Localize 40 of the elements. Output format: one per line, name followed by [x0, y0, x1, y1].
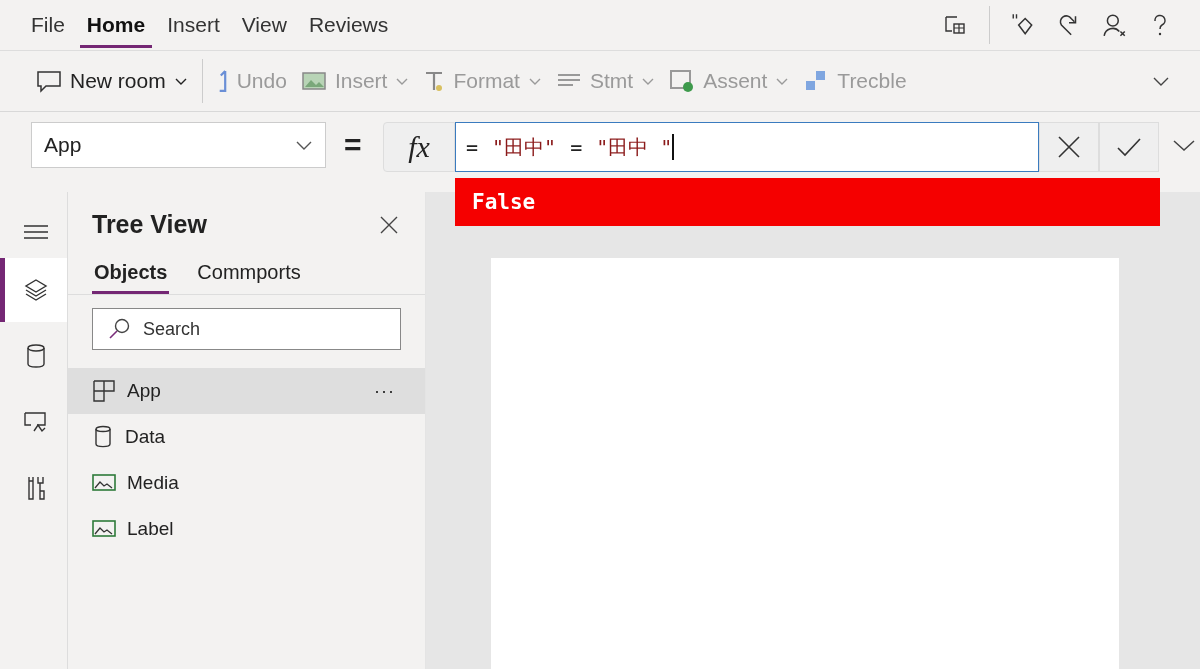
- menu-tab[interactable]: View: [234, 2, 294, 48]
- rail-button[interactable]: [0, 258, 67, 322]
- equals-sign: =: [344, 128, 363, 162]
- search-field[interactable]: Search: [92, 308, 401, 350]
- tree-item[interactable]: App ···: [68, 368, 425, 414]
- tree-item[interactable]: Label: [68, 506, 425, 552]
- menu-tab[interactable]: Reviews: [301, 2, 396, 48]
- menu-icon: [23, 223, 49, 241]
- formula-result: False: [455, 178, 1160, 226]
- toolbar-button[interactable]: New room: [36, 69, 188, 93]
- more-options-button[interactable]: ···: [374, 380, 395, 402]
- image-icon: [300, 70, 327, 92]
- panel-tab[interactable]: Objects: [92, 261, 170, 294]
- layers-icon: [23, 277, 49, 303]
- checkmark-icon: [1116, 136, 1142, 158]
- database-icon: [25, 343, 47, 369]
- image-icon: [92, 519, 116, 539]
- tree-item[interactable]: Data: [68, 414, 425, 460]
- tools-icon: [25, 474, 47, 502]
- image-icon: [92, 473, 116, 493]
- panel-title: Tree View: [92, 210, 207, 239]
- comment-icon: [36, 69, 62, 93]
- user-icon[interactable]: [1102, 12, 1128, 38]
- chevron-down-icon[interactable]: [1172, 138, 1196, 152]
- database-icon: [92, 425, 114, 449]
- cancel-button[interactable]: [1039, 122, 1099, 172]
- panel-tab[interactable]: Commports: [195, 261, 303, 294]
- close-icon: [1056, 134, 1082, 160]
- property-dropdown[interactable]: App: [31, 122, 326, 168]
- menu-tab[interactable]: File: [24, 2, 72, 48]
- menu-tab[interactable]: Home: [79, 2, 153, 48]
- tree-item[interactable]: Media: [68, 460, 425, 506]
- function-button[interactable]: fx: [383, 122, 455, 172]
- chevron-down-icon[interactable]: [1152, 75, 1170, 87]
- close-icon[interactable]: [379, 214, 399, 235]
- window-icon: [669, 68, 696, 94]
- menu-tab[interactable]: Insert: [160, 2, 227, 48]
- chevron-down-icon: [295, 139, 313, 151]
- formula-input[interactable]: = "田中" = "田中 ": [455, 122, 1039, 172]
- screen-grid-icon: [92, 379, 116, 403]
